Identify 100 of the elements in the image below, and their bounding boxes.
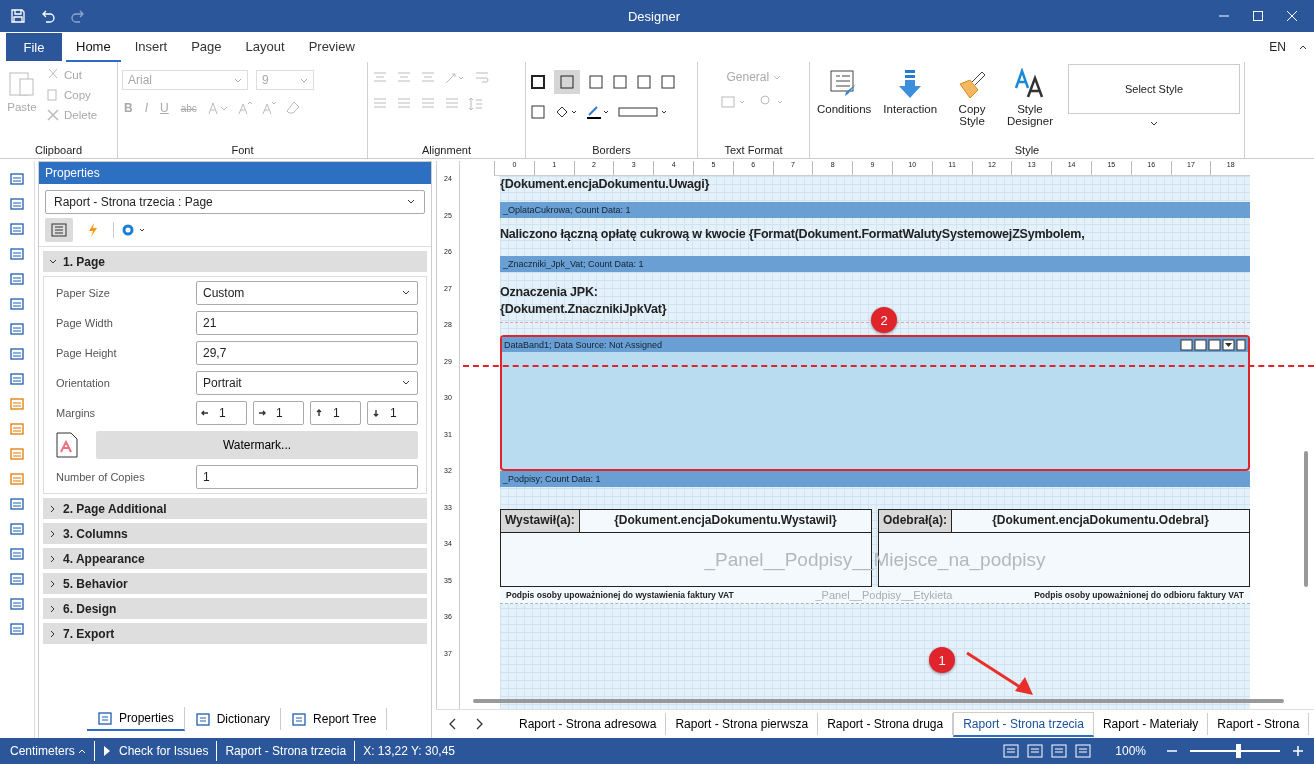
property-list-button[interactable] [45, 218, 73, 242]
band-header[interactable]: _OplataCukrowa; Count Data: 1 [500, 202, 1250, 218]
object-selector[interactable]: Raport - Strona trzecia : Page [45, 190, 425, 214]
shrink-font-icon[interactable] [260, 100, 277, 116]
fill-color-icon[interactable] [554, 104, 578, 120]
property-dropdown[interactable]: Custom [196, 281, 418, 305]
zoom-in-icon[interactable] [1292, 745, 1304, 757]
caret-icon [406, 198, 416, 206]
border-icon[interactable] [530, 74, 546, 90]
border-side-icon[interactable] [636, 74, 652, 90]
maximize-icon[interactable] [1252, 10, 1264, 22]
panel-tab[interactable]: Dictionary [184, 708, 282, 730]
chevron-icon [49, 504, 57, 513]
property-input[interactable]: 29,7 [196, 341, 418, 365]
report-page-tab[interactable]: Raport - Strona adresowa [510, 713, 667, 735]
watermark-icon [56, 432, 78, 458]
property-label: Number of Copies [56, 471, 146, 483]
report-page-tab[interactable]: Raport - Strona [1208, 713, 1310, 735]
border-side-icon[interactable] [660, 74, 676, 90]
ribbon-tab[interactable]: Insert [124, 32, 178, 62]
panel-title: Properties [39, 162, 431, 184]
section-header[interactable]: 6. Design [43, 598, 427, 619]
language-selector[interactable]: EN [1269, 40, 1286, 54]
ribbon-tab[interactable]: Home [66, 32, 121, 62]
property-label: Orientation [56, 377, 111, 389]
view-mode-icon[interactable] [1003, 744, 1020, 758]
units-selector[interactable]: Centimeters [10, 744, 87, 758]
section-header[interactable]: 1. Page [43, 251, 427, 272]
scrollbar[interactable] [473, 699, 1284, 703]
band-header[interactable]: _Znaczniki_Jpk_Vat; Count Data: 1 [500, 256, 1250, 272]
designer-button[interactable]: Style Designer [1003, 64, 1056, 131]
property-dropdown[interactable]: Portrait [196, 371, 418, 395]
copy-button[interactable]: Copy Style [946, 64, 998, 131]
margin-input[interactable]: 1 [253, 401, 304, 425]
band-tools-icon[interactable] [1180, 338, 1246, 351]
lightning-icon [86, 222, 100, 238]
property-input[interactable]: 1 [196, 465, 418, 489]
panel-tab[interactable]: Properties [87, 707, 185, 731]
style-selector[interactable]: Select Style [1068, 64, 1240, 114]
property-label: Page Height [56, 347, 118, 359]
watermark-button[interactable]: Watermark... [96, 431, 418, 459]
section-header[interactable]: 3. Columns [43, 523, 427, 544]
expand-icon[interactable] [1149, 120, 1159, 128]
section-header[interactable]: 2. Page Additional [43, 498, 427, 519]
section-header[interactable]: 5. Behavior [43, 573, 427, 594]
scrollbar[interactable] [1304, 451, 1308, 587]
view-mode-icon[interactable] [1075, 744, 1092, 758]
ribbon-tab[interactable]: Page [181, 32, 232, 62]
caret-icon [772, 73, 781, 81]
caret-icon [300, 76, 308, 84]
report-page-tab[interactable]: Raport - Strona pierwsza [666, 713, 819, 735]
ribbon-tab[interactable]: Layout [235, 32, 295, 62]
grow-font-icon[interactable] [236, 100, 253, 116]
data-band[interactable]: DataBand1; Data Source: Not Assigned [500, 335, 1250, 471]
border-color-icon[interactable] [586, 104, 610, 120]
group-label: Clipboard [33, 144, 84, 158]
group-label: Alignment [421, 144, 472, 158]
property-input[interactable]: 21 [196, 311, 418, 335]
eraser-icon[interactable] [284, 100, 301, 116]
check-issues-button[interactable]: Check for Issues [119, 744, 209, 758]
section-header[interactable]: 4. Appearance [43, 548, 427, 569]
expression-text: Oznaczenia JPK: {Dokument.ZnacznikiJpkVat} [500, 284, 667, 318]
chevron-icon [49, 529, 57, 538]
margin-input[interactable]: 1 [310, 401, 361, 425]
report-page-tab[interactable]: Raport - Strona trzecia [953, 711, 1094, 737]
save-icon[interactable] [10, 8, 26, 24]
font-color-icon[interactable] [206, 100, 229, 116]
group-label: Borders [591, 144, 632, 158]
ribbon-tab[interactable]: Preview [298, 32, 365, 62]
interaction-button[interactable]: Interaction [880, 64, 941, 119]
arrow-icon [201, 409, 209, 417]
section-header[interactable]: 7. Export [43, 623, 427, 644]
view-mode-icon[interactable] [1051, 744, 1068, 758]
conditions-button[interactable]: Conditions [814, 64, 875, 119]
border-side-icon[interactable] [612, 74, 628, 90]
group-label: Style [1013, 144, 1041, 158]
border-side-icon[interactable] [588, 74, 604, 90]
chevron-icon [49, 257, 57, 266]
play-icon[interactable] [103, 745, 112, 757]
undo-icon[interactable] [40, 8, 56, 24]
band-header[interactable]: _Podpisy; Count Data: 1 [500, 471, 1250, 487]
signature-label: Odebrał(a): [879, 510, 952, 532]
caret-icon [234, 76, 242, 84]
slider-thumb[interactable] [1235, 744, 1241, 758]
margin-input[interactable]: 1 [196, 401, 247, 425]
rotate-text-icon[interactable] [444, 70, 466, 86]
caret-icon [401, 379, 411, 387]
expression-text: Naliczono łączną opłatę cukrową w kwocie {Format(Dokument.FormatWalutySystemowejZSymbolem, [500, 226, 1085, 243]
chevron-icon [49, 629, 57, 638]
redo-icon[interactable] [70, 8, 86, 24]
panel-tab[interactable]: Report Tree [281, 708, 388, 730]
close-icon[interactable] [1286, 10, 1298, 22]
margin-input[interactable]: 1 [367, 401, 418, 425]
report-page-tab[interactable]: Raport - Materiały [1093, 713, 1209, 735]
view-mode-icon[interactable] [1027, 744, 1044, 758]
panel-icon [194, 711, 211, 727]
delete-icon [46, 108, 60, 122]
signature-label: Wystawił(a): [501, 510, 580, 532]
file-menu-button[interactable]: File [6, 33, 62, 61]
signature-expression: {Dokument.encjaDokumentu.Wystawil} [613, 512, 838, 529]
